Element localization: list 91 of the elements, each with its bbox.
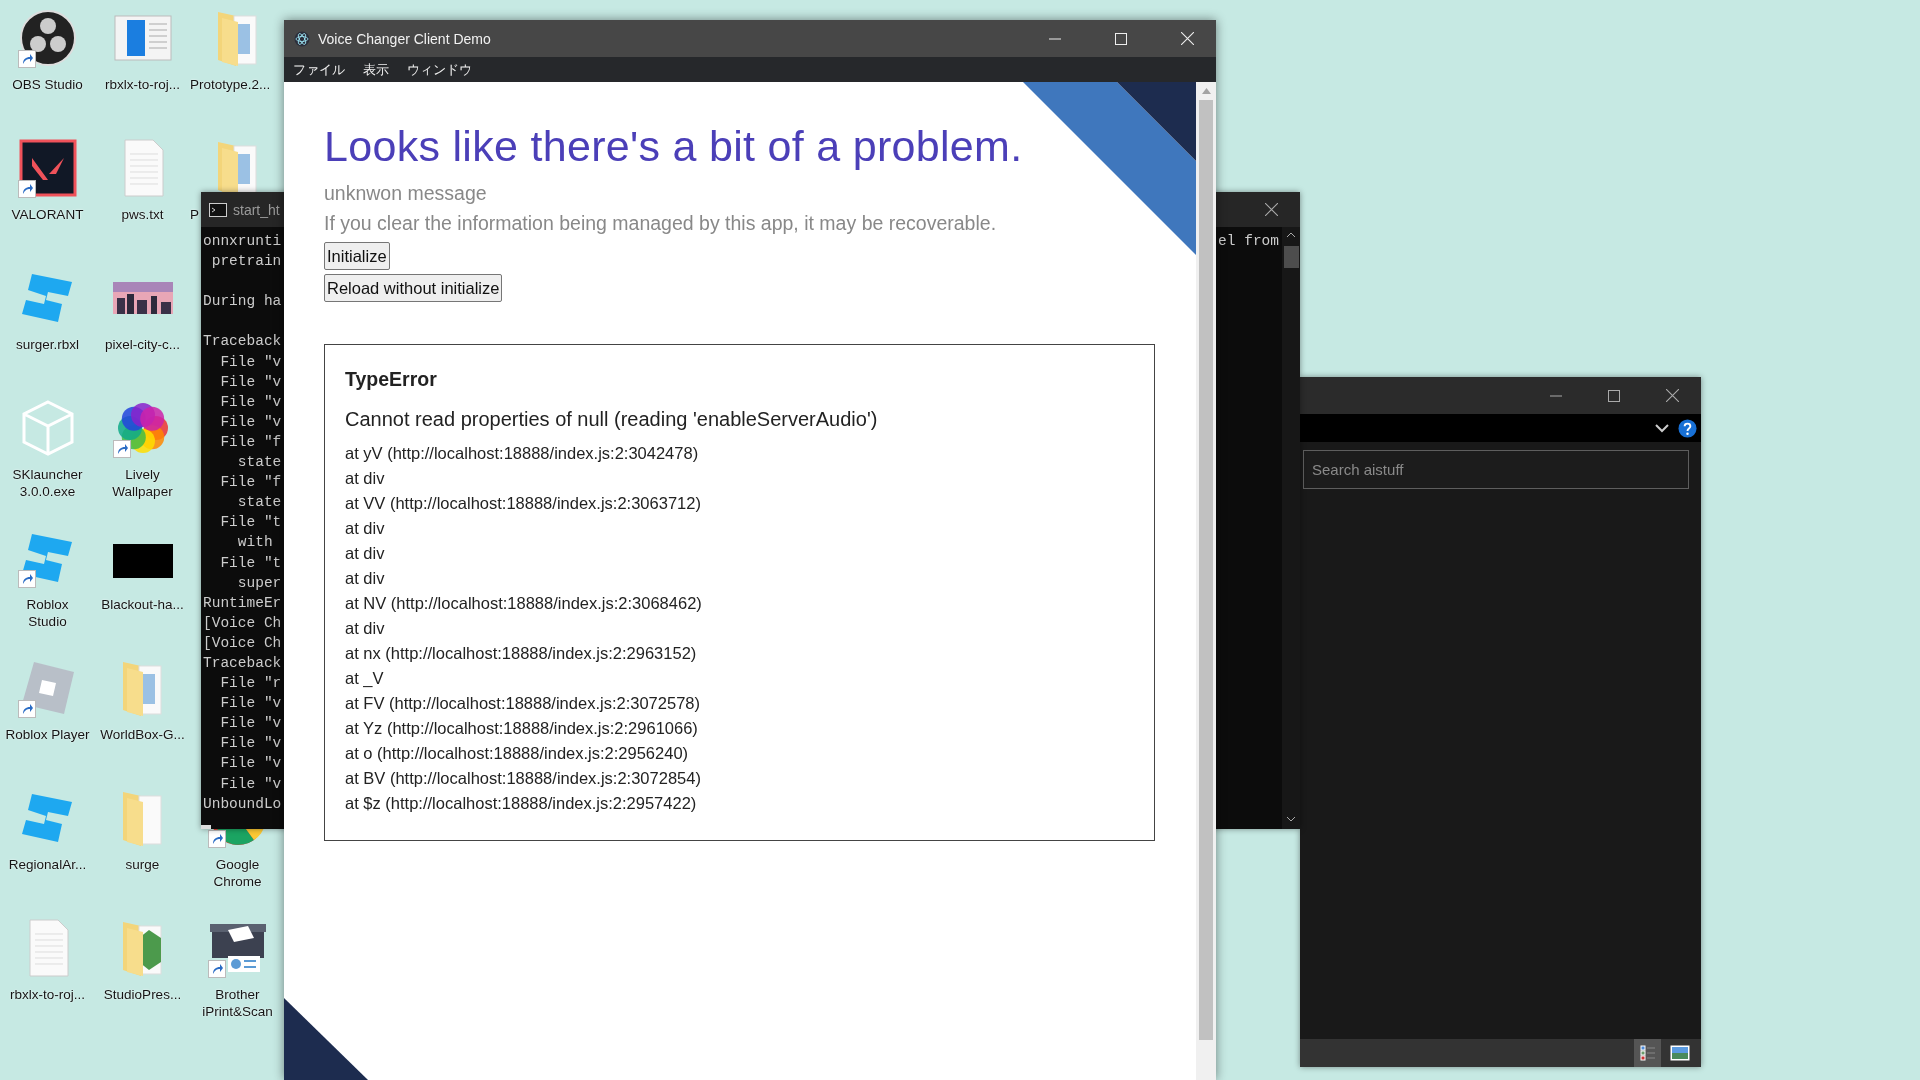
console-line: Traceback [203, 332, 282, 352]
desktop-icon-label[interactable]: Prototype.2... [190, 76, 271, 93]
console-line: File "v [219, 372, 282, 392]
action-button[interactable]: Reload without initialize [324, 274, 503, 302]
window-title: start_ht [233, 201, 281, 218]
console-line: onnxrunti [203, 232, 282, 251]
help-icon[interactable] [1678, 418, 1697, 438]
error-message: unknwon message [324, 181, 488, 206]
desktop-icon-label[interactable]: StudioPres... [103, 986, 182, 1003]
desktop-icon-label[interactable]: Brother iPrint&Scan [202, 986, 273, 1020]
desktop-icon-label[interactable]: Roblox Studio [26, 596, 69, 630]
stack-trace-line: at $z (http://localhost:18888/index.js:2:2957422) [345, 793, 698, 814]
console-line: File "t [219, 513, 282, 533]
error-heading: Looks like there's a bit of a problem. [324, 121, 1024, 172]
error-type: TypeError [345, 367, 438, 392]
close-icon [1264, 203, 1278, 216]
stack-trace-line: at Yz (http://localhost:18888/index.js:2:2961066) [345, 718, 699, 739]
console-line: During ha [203, 292, 282, 312]
desktop-icon-label[interactable]: rbxlx-to-roj... [105, 76, 180, 93]
stack-trace-line: at div [345, 468, 386, 489]
stack-trace-line: at VV (http://localhost:18888/index.js:2:3063712) [345, 493, 702, 514]
console-line: [Voice Ch [203, 613, 282, 633]
console-line: [Voice Ch [203, 633, 282, 653]
console-line: File "v [219, 694, 282, 714]
desktop-icon-label[interactable]: pws.txt [121, 206, 164, 223]
atom-icon [294, 30, 310, 47]
details-view-icon[interactable] [1634, 1039, 1661, 1067]
scroll-up-icon[interactable] [1286, 231, 1296, 238]
console-line: File "v [219, 352, 282, 372]
console-line: File "v [219, 714, 282, 734]
stack-trace-line: at BV (http://localhost:18888/index.js:2:3072854) [345, 768, 702, 789]
desktop-icon-label[interactable]: Blackout-ha... [101, 596, 184, 613]
desktop-icon-label[interactable]: SKlauncher 3.0.0.exe [12, 466, 83, 500]
console-line: File "v [219, 392, 282, 412]
console-line: UnboundLo [203, 794, 282, 814]
desktop-icon-label[interactable]: surger.rbxl [16, 336, 79, 353]
close-icon [1665, 389, 1679, 402]
close-icon [1180, 32, 1194, 45]
menu-item[interactable]: ファイル [291, 60, 347, 79]
console-line: File "v [219, 412, 282, 432]
desktop-icon-label[interactable]: RegionalAr... [8, 856, 87, 873]
action-button[interactable]: Initialize [324, 242, 390, 270]
desktop-icon-label[interactable]: Lively Wallpaper [112, 466, 173, 500]
stack-trace-line: at div [345, 518, 386, 539]
desktop-icon-label[interactable]: WorldBox-G... [100, 726, 185, 743]
menu-item[interactable]: 表示 [361, 60, 391, 79]
desktop-icon-label[interactable]: P [190, 206, 199, 223]
desktop-icon-label[interactable]: Roblox Player [5, 726, 90, 743]
desktop-icon-label[interactable]: pixel-city-c... [105, 336, 180, 353]
scrollbar-thumb[interactable] [1283, 246, 1299, 268]
console-line: File "v [219, 734, 282, 754]
scroll-down-icon[interactable] [1286, 816, 1296, 823]
recovery-hint: If you clear the information being managed by this app, it may be recoverable. [324, 211, 998, 236]
console-line: File "v [219, 774, 282, 794]
console-line: File "f [219, 473, 282, 493]
stack-trace-line: at div [345, 568, 386, 589]
stack-trace-line: at div [345, 543, 386, 564]
terminal-icon [209, 202, 227, 217]
console-line: RuntimeEr [203, 593, 282, 613]
maximize-icon [1115, 32, 1127, 45]
console-line: el from [1218, 232, 1279, 251]
console-line: File "f [219, 432, 282, 452]
console-line: File "r [219, 674, 282, 694]
console-line: state [236, 453, 282, 473]
stack-trace-line: at _V [345, 668, 385, 689]
console-line: File "t [219, 553, 282, 573]
console-line: super [236, 573, 282, 593]
stack-trace-line: at NV (http://localhost:18888/index.js:2:3068462) [345, 593, 703, 614]
desktop-icon-label[interactable]: Google Chrome [213, 856, 262, 890]
console-line: with [236, 533, 273, 553]
stack-trace-line: at div [345, 618, 386, 639]
scrollbar-thumb[interactable] [1199, 100, 1213, 1040]
error-text: Cannot read properties of null (reading 'enableServerAudio') [345, 407, 879, 432]
stack-trace-line: at yV (http://localhost:18888/index.js:2:3042478) [345, 443, 700, 464]
stack-trace-line: at nx (http://localhost:18888/index.js:2:2963152) [345, 643, 698, 664]
desktop-icon-label[interactable]: OBS Studio [12, 76, 83, 93]
console-line: File "v [219, 754, 282, 774]
desktop-icon-label[interactable]: VALORANT [11, 206, 84, 223]
v-logo-icon [17, 138, 78, 198]
text-cursor [201, 825, 211, 829]
console-line: state [236, 493, 282, 513]
stack-trace-line: at o (http://localhost:18888/index.js:2:2956240) [345, 743, 690, 764]
search-field[interactable]: Search aistuff [1303, 450, 1689, 489]
desktop-icon-label[interactable]: rbxlx-to-roj... [10, 986, 85, 1003]
stack-trace-line: at FV (http://localhost:18888/index.js:2:3072578) [345, 693, 701, 714]
desktop-icon-label[interactable]: surge [125, 856, 160, 873]
console-line: pretrain [210, 252, 282, 272]
menu-item[interactable]: ウィンドウ [405, 60, 474, 79]
window-title: Voice Changer Client Demo [318, 30, 492, 47]
maximize-icon [1608, 389, 1620, 402]
console-line: Traceback [203, 653, 282, 673]
